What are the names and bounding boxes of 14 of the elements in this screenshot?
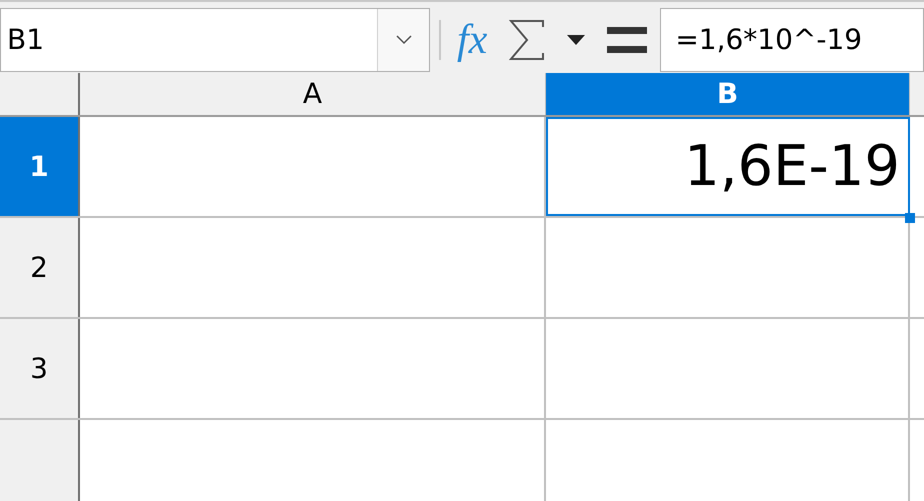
caret-down-icon[interactable] — [567, 35, 586, 45]
cell[interactable]: 1,6E-19 — [546, 117, 910, 216]
equals-icon[interactable] — [607, 27, 648, 53]
row-header[interactable]: 2 — [0, 218, 80, 317]
formula-input[interactable]: =1,6*10^-19 — [660, 8, 924, 72]
row-header[interactable]: 3 — [0, 319, 80, 418]
dropdown-button[interactable] — [377, 9, 429, 71]
column-header[interactable]: B — [546, 73, 910, 115]
chevron-down-icon — [396, 35, 412, 45]
fill-handle[interactable] — [905, 213, 915, 223]
name-box[interactable]: B1 — [0, 8, 430, 72]
name-box-value: B1 — [6, 22, 46, 58]
row-header[interactable]: 1 — [0, 117, 80, 216]
row-header[interactable] — [0, 420, 80, 501]
